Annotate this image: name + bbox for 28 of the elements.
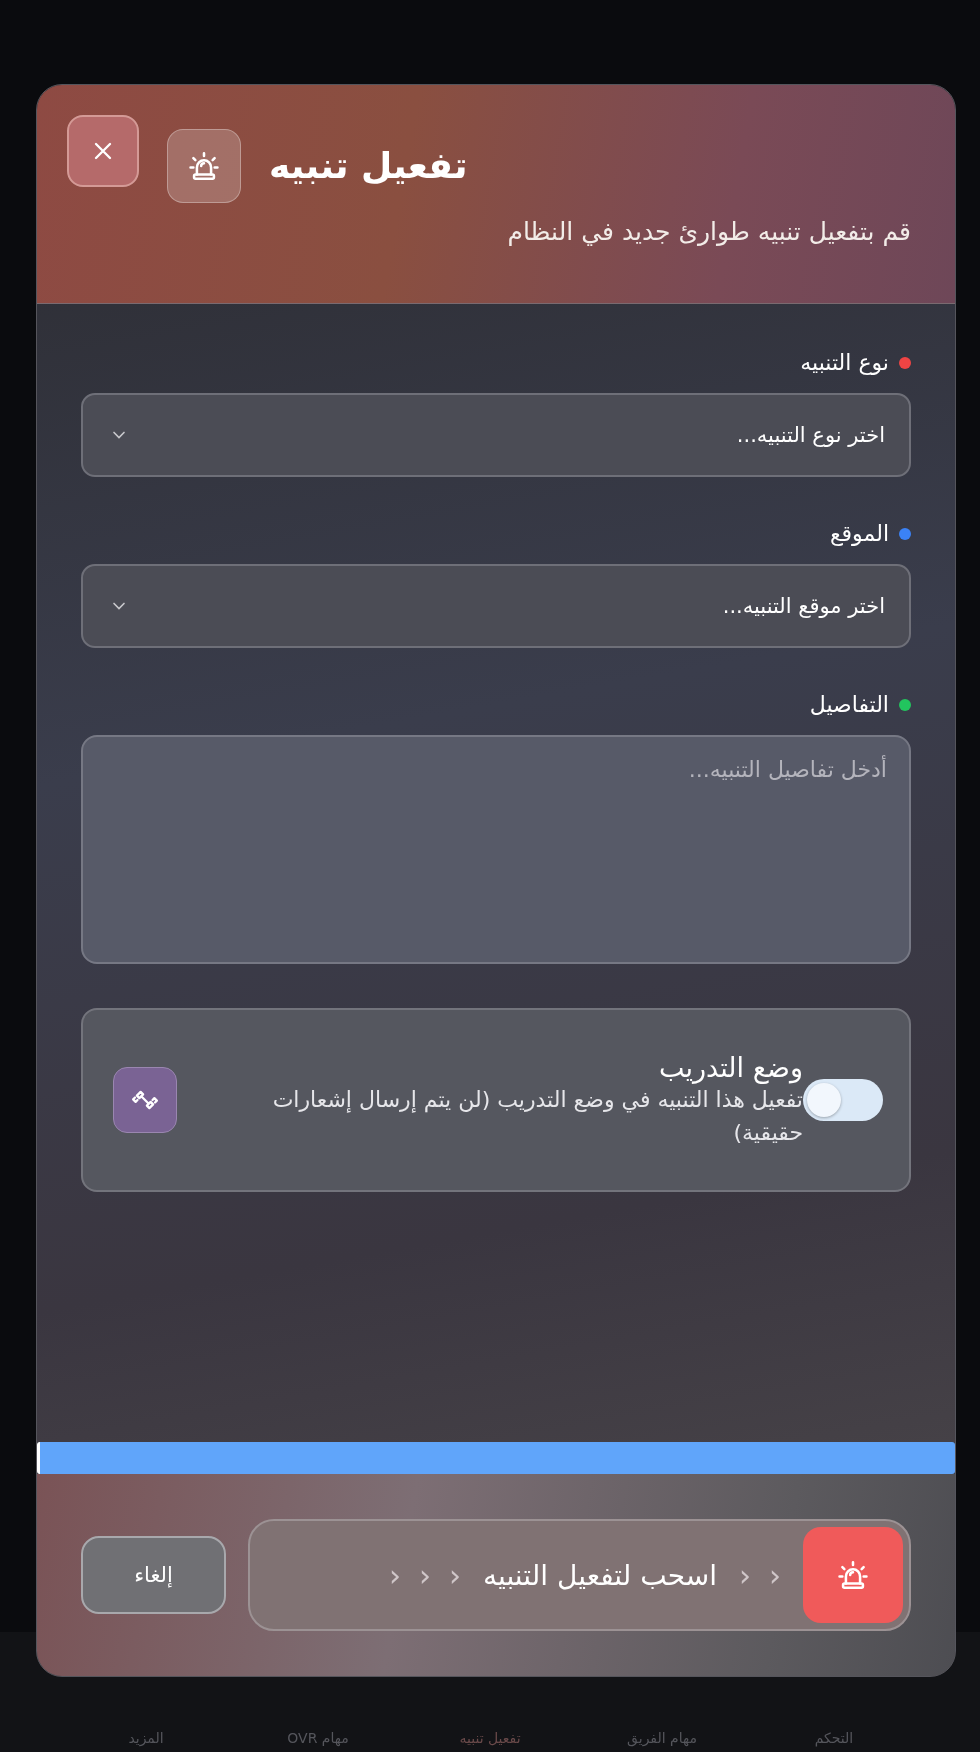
details-field[interactable]: أدخل تفاصيل التنبيه... (81, 735, 911, 964)
nav-tab[interactable]: التحكم (814, 1730, 854, 1746)
chevron: ‹ (388, 1557, 401, 1593)
dialog-subtitle: قم بتفعيل تنبيه طوارئ جديد في النظام (506, 217, 911, 246)
chevron: ‹ (418, 1557, 431, 1593)
toggle-switch[interactable] (803, 1079, 883, 1121)
dropdown-field[interactable]: اختر موقع التنبيه... (81, 564, 911, 648)
dropdown-field[interactable]: اختر نوع التنبيه... (81, 393, 911, 477)
chevron: ‹ (448, 1557, 461, 1593)
field-label: نوع التنبيه (800, 350, 889, 375)
nav-tab[interactable]: تفعيل تنبيه (459, 1730, 521, 1746)
dialog-title: تفعيل تنبيه (269, 145, 468, 186)
nav-tab[interactable]: مهام الفريق (627, 1730, 697, 1746)
dumbbell-icon (113, 1067, 177, 1133)
training-description: تفعيل هذا التنبيه في وضع التدريب (لن يتم إرسال إشعارات حقيقية) (271, 1085, 803, 1147)
chevron: ‹ (739, 1557, 751, 1593)
siren-icon (167, 129, 241, 203)
nav-tab[interactable]: مهام OVR (287, 1730, 349, 1746)
field-label: الموقع (829, 521, 889, 546)
field-label: التفاصيل (809, 692, 889, 717)
slide-to-activate[interactable]: ‹ ‹ اسحب لتفعيل التنبيه ‹ ‹ ‹ (248, 1519, 911, 1631)
close-button[interactable] (67, 115, 139, 187)
siren-icon[interactable] (803, 1527, 903, 1623)
slide-label: اسحب لتفعيل التنبيه (482, 1558, 717, 1592)
training-title: وضع التدريب (657, 1051, 803, 1083)
chevron: ‹ (769, 1557, 781, 1593)
cancel-button[interactable]: إلغاء (81, 1536, 226, 1614)
nav-tab[interactable]: المزيد (128, 1730, 164, 1746)
